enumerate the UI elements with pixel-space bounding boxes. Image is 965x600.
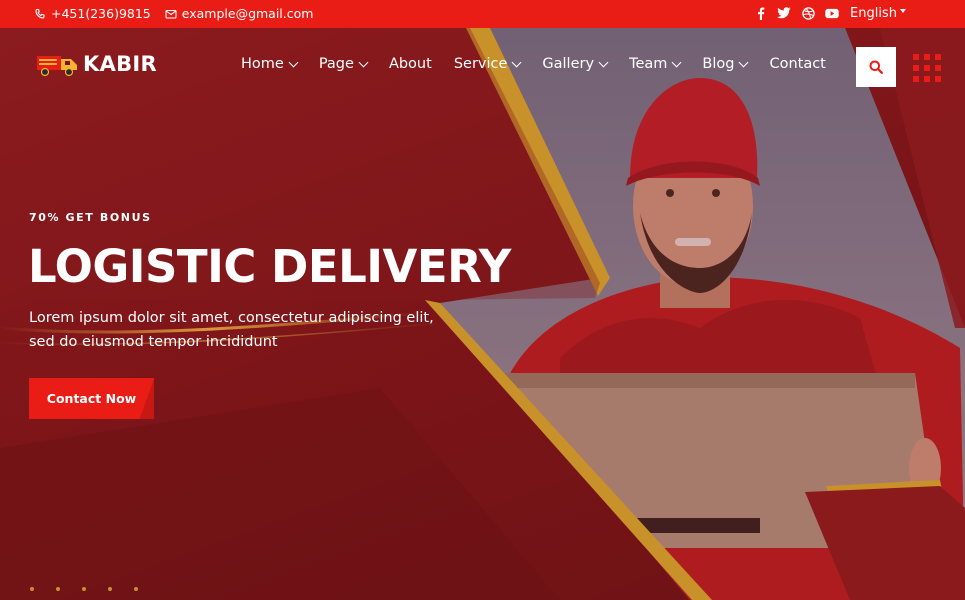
- language-selector[interactable]: English: [850, 6, 906, 21]
- nav-item-team[interactable]: Team: [629, 56, 682, 72]
- decorative-dots: [30, 587, 138, 591]
- youtube-icon[interactable]: [825, 6, 839, 20]
- nav-label: Page: [318, 56, 354, 72]
- cta-label: Contact Now: [46, 391, 137, 406]
- language-label: English: [850, 6, 897, 21]
- nav-label: Team: [629, 56, 668, 72]
- nav-label: Gallery: [542, 56, 595, 72]
- phone-number: +451(236)9815: [51, 6, 151, 21]
- chevron-down-icon: [739, 57, 749, 67]
- social-links: [753, 6, 839, 20]
- search-button[interactable]: [856, 47, 896, 87]
- grid-menu-icon[interactable]: [913, 54, 941, 82]
- nav-label: Blog: [702, 56, 735, 72]
- search-icon: [869, 60, 883, 74]
- logo-text: KABIR: [83, 52, 158, 76]
- phone-icon: [35, 8, 45, 18]
- chevron-down-icon: [358, 57, 369, 67]
- phone-item[interactable]: +451(236)9815: [34, 6, 151, 21]
- nav-label: Service: [453, 56, 508, 72]
- nav-label: About: [388, 56, 432, 72]
- email-item[interactable]: example@gmail.com: [165, 6, 314, 21]
- contact-now-button[interactable]: Contact Now: [29, 378, 154, 419]
- email-address: example@gmail.com: [181, 6, 314, 21]
- hero-eyebrow: 70% GET BONUS: [29, 211, 152, 224]
- nav-item-blog[interactable]: Blog: [702, 56, 749, 72]
- dribbble-icon[interactable]: [801, 6, 815, 20]
- top-bar: +451(236)9815 example@gmail.com English: [0, 0, 965, 28]
- chevron-down-icon: [671, 57, 682, 67]
- chevron-down-icon: [288, 57, 299, 67]
- nav-item-page[interactable]: Page: [318, 56, 369, 72]
- nav-label: Contact: [769, 56, 826, 72]
- nav-item-about[interactable]: About: [389, 56, 432, 72]
- nav-label: Home: [241, 56, 284, 72]
- chevron-down-icon: [598, 57, 609, 67]
- nav-item-service[interactable]: Service: [453, 56, 522, 72]
- contact-info: +451(236)9815 example@gmail.com: [34, 6, 313, 21]
- twitter-icon[interactable]: [777, 6, 791, 20]
- chevron-down-icon: [511, 57, 522, 67]
- caret-down-icon: [899, 8, 906, 13]
- hero-description: Lorem ipsum dolor sit amet, consectetur …: [29, 310, 434, 350]
- truck-logo-icon: [37, 56, 77, 77]
- envelope-icon: [165, 9, 177, 19]
- logo[interactable]: KABIR: [35, 51, 157, 77]
- facebook-icon[interactable]: [753, 6, 767, 20]
- main-nav: Home Page About Service Gallery Team Blo…: [241, 56, 848, 72]
- nav-item-home[interactable]: Home: [241, 56, 299, 72]
- nav-item-contact[interactable]: Contact: [769, 56, 825, 72]
- nav-item-gallery[interactable]: Gallery: [542, 56, 609, 72]
- hero-title: LOGISTIC DELIVERY: [28, 240, 511, 293]
